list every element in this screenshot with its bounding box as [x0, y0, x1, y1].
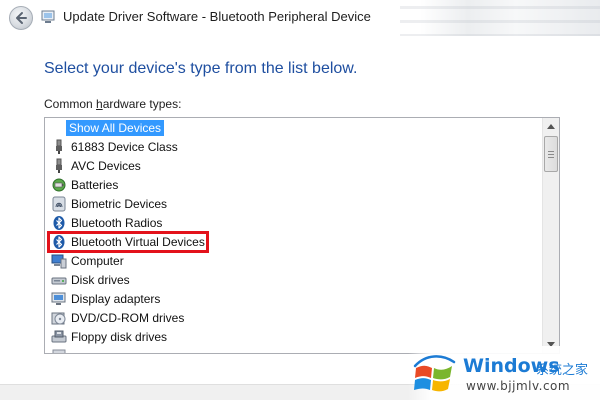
listbox-vertical-scrollbar[interactable] — [542, 118, 559, 353]
fingerprint-icon — [52, 196, 66, 212]
list-item-label: Bluetooth Virtual Devices — [71, 235, 205, 249]
list-item-label: Show All Devices — [66, 120, 165, 136]
list-item-label: Disk drives — [71, 273, 130, 287]
list-item-display-adapters[interactable]: Display adapters — [51, 290, 160, 308]
device-icon — [52, 349, 66, 353]
connector-plug-icon — [56, 139, 62, 154]
device-manager-icon — [41, 10, 55, 23]
list-item-batteries[interactable]: Batteries — [51, 176, 118, 194]
list-item-label: Bluetooth Radios — [71, 216, 163, 230]
display-adapter-icon — [51, 292, 66, 305]
list-label-suffix: ardware types: — [102, 97, 182, 111]
list-item-label: Computer — [71, 254, 124, 268]
battery-icon — [52, 178, 66, 192]
bluetooth-icon — [53, 216, 65, 230]
list-item-label: Display adapters — [71, 292, 161, 306]
list-item-label: Batteries — [71, 178, 119, 192]
list-item-61883-device-class[interactable]: 61883 Device Class — [51, 138, 178, 156]
hardware-types-list: Show All Devices 61883 Device Class AVC … — [45, 118, 542, 353]
list-item-computer[interactable]: Computer — [51, 252, 124, 270]
disk-drive-icon — [51, 277, 67, 285]
computer-icon — [51, 254, 67, 269]
bluetooth-icon — [53, 235, 65, 249]
watermark-url: www.bjjmlv.com — [466, 379, 571, 393]
list-item-dvd-cd-rom-drives[interactable]: DVD/CD-ROM drives — [51, 309, 184, 327]
list-item-biometric-devices[interactable]: Biometric Devices — [51, 195, 167, 213]
list-item-show-all-devices[interactable]: Show All Devices — [66, 119, 165, 137]
back-button[interactable] — [9, 6, 33, 30]
hardware-types-listbox[interactable]: Show All Devices 61883 Device Class AVC … — [44, 117, 560, 354]
list-label-prefix: Common — [44, 97, 97, 111]
list-item-label: Biometric Devices — [71, 197, 168, 211]
list-item-bluetooth-radios[interactable]: Bluetooth Radios — [51, 214, 162, 232]
connector-plug-icon — [56, 158, 62, 173]
list-item-disk-drives[interactable]: Disk drives — [51, 271, 130, 289]
list-item-floppy-disk-drives[interactable]: Floppy disk drives — [51, 328, 167, 346]
list-label-accelerator: h — [96, 97, 103, 111]
list-item-avc-devices[interactable]: AVC Devices — [51, 157, 141, 175]
back-arrow-icon — [16, 12, 27, 24]
scroll-up-button[interactable] — [543, 118, 559, 135]
windows-logo-icon — [413, 355, 456, 392]
page-heading: Select your device's type from the list … — [44, 60, 358, 77]
thumb-grip-line — [548, 154, 554, 155]
chevron-up-icon — [547, 124, 555, 129]
title-bar: Update Driver Software - Bluetooth Perip… — [0, 0, 600, 40]
window-title: Update Driver Software - Bluetooth Perip… — [63, 9, 371, 24]
watermark-brand-cn: 系统之家 — [536, 363, 589, 378]
thumb-grip-line — [548, 151, 554, 152]
scroll-thumb[interactable] — [544, 136, 558, 172]
wizard-content: Select your device's type from the list … — [0, 36, 600, 384]
list-item-bluetooth-virtual-devices[interactable]: Bluetooth Virtual Devices — [51, 233, 205, 251]
list-item-label: Floppy disk drives — [71, 330, 168, 344]
list-item-label: AVC Devices — [71, 159, 141, 173]
floppy-drive-icon — [51, 330, 67, 343]
list-item-partial[interactable] — [51, 347, 71, 353]
list-item-label: DVD/CD-ROM drives — [71, 311, 185, 325]
list-label: Common hardware types: — [44, 97, 181, 111]
list-item-label: 61883 Device Class — [71, 140, 178, 154]
background-window-ghost — [400, 0, 600, 40]
thumb-grip-line — [548, 157, 554, 158]
dvd-drive-icon — [51, 312, 66, 325]
